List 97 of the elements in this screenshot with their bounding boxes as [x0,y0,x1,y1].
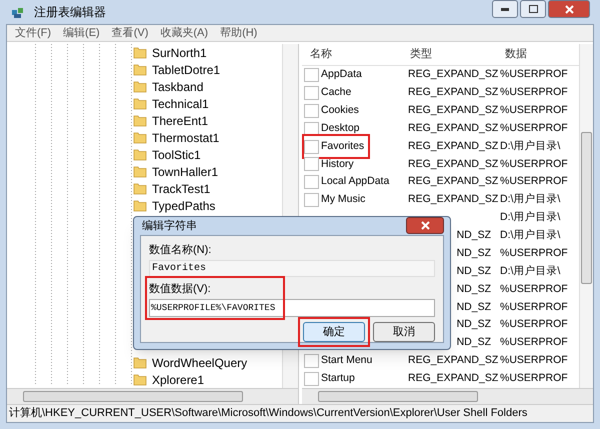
folder-icon [133,182,147,195]
dialog-close-button[interactable] [406,217,444,234]
column-header[interactable]: 数据 [497,46,579,63]
value-name[interactable]: Cookies [304,102,363,119]
value-type: REG_EXPAND_SZ [407,67,497,82]
value-type: ND_SZ [456,264,491,279]
value-data: %USERPROF [499,102,568,118]
value-name[interactable]: History [304,156,358,172]
dialog-button[interactable]: 取消 [373,322,435,342]
value-data: %USERPROF [499,67,568,82]
close-button[interactable] [548,0,590,18]
value-name[interactable]: Desktop [304,120,364,136]
value-type: REG_EXPAND_SZ [407,353,497,368]
folder-icon [133,63,147,76]
value-data: %USERPROF [499,282,568,297]
menu-item[interactable]: 编辑(E) [63,24,100,42]
tree-item[interactable]: Thermostat1 [152,128,220,146]
value-data: %USERPROF [499,335,568,350]
horizontal-scrollbar[interactable] [7,388,298,404]
value-data-field[interactable]: %USERPROFILE%\FAVORITES [149,298,435,317]
maximize-button[interactable] [520,0,546,18]
value-type: REG_EXPAND_SZ [407,371,497,386]
value-data: %USERPROF [499,246,568,261]
value-name[interactable]: Cache [304,84,356,101]
value-type: ND_SZ [456,317,491,332]
tree-item[interactable]: TabletDotre1 [152,60,220,78]
tree-item[interactable]: WordWheelQuery [152,354,248,372]
value-type: REG_EXPAND_SZ [407,102,497,118]
folder-icon [133,46,147,59]
value-type: REG_EXPAND_SZ [407,174,497,190]
value-type: REG_EXPAND_SZ [407,192,497,208]
value-data: %USERPROF [499,84,568,100]
value-type: REG_EXPAND_SZ [407,156,497,172]
value-name[interactable]: AppData [304,67,366,83]
tree-item[interactable]: TownHaller1 [152,162,218,180]
tree-item[interactable]: TypedPaths [152,196,216,214]
folder-icon [133,199,147,212]
value-data: D:\用户目录\ [499,138,560,154]
value-data: D:\用户目录\ [499,264,560,279]
window-title: 注册表编辑器 [34,4,106,21]
minimize-icon [501,8,509,10]
value-type: REG_EXPAND_SZ [407,84,497,100]
value-data-label: 数值数据(V): [149,282,212,297]
value-name[interactable]: Startup [304,371,359,387]
folder-icon [133,148,147,161]
folder-icon [133,165,147,178]
value-data: D:\用户目录\ [499,192,560,208]
value-data: %USERPROF [499,371,568,386]
dialog-button[interactable]: 确定 [303,322,365,342]
value-name[interactable]: Favorites [304,136,368,158]
value-name-field[interactable]: Favorites [149,260,435,277]
column-header[interactable]: 名称 [302,46,402,63]
value-data: %USERPROF [499,353,568,368]
tree-item[interactable]: ToolStic1 [152,146,201,164]
folder-icon [133,97,147,110]
menu-item[interactable]: 帮助(H) [220,24,258,42]
value-name-label: 数值名称(N): [149,242,212,258]
menu-item[interactable]: 收藏夹(A) [160,24,208,42]
folder-icon [133,114,147,127]
folder-icon [133,356,147,369]
maximize-icon [528,5,538,13]
menu-item[interactable]: 文件(F) [15,24,52,42]
tree-item[interactable]: ThereEnt1 [152,112,208,130]
close-icon [564,4,574,14]
minimize-button[interactable] [492,0,518,18]
tree-item[interactable]: TrackTest1 [152,180,210,198]
menu-item[interactable]: 查看(V) [112,24,148,42]
value-data: %USERPROF [499,174,568,190]
value-type: REG_EXPAND_SZ [407,138,497,154]
value-type: REG_EXPAND_SZ [407,120,497,136]
folder-icon [133,80,147,93]
horizontal-scrollbar[interactable] [302,388,593,404]
value-data: %USERPROF [499,156,568,172]
folder-icon [133,131,147,144]
value-data: D:\用户目录\ [499,210,560,226]
close-icon [420,221,430,230]
value-type: ND_SZ [456,300,491,315]
value-type: ND_SZ [456,282,491,297]
value-data: %USERPROF [499,120,568,136]
tree-item[interactable]: Xplorere1 [152,370,204,388]
column-header[interactable]: 类型 [402,46,497,63]
tree-item[interactable]: SurNorth1 [152,44,207,62]
vertical-scrollbar[interactable] [579,44,593,388]
value-type: ND_SZ [456,335,491,350]
tree-item[interactable]: Technical1 [152,94,209,112]
value-data: %USERPROF [499,300,568,315]
folder-icon [133,373,147,386]
value-type: ND_SZ [456,246,491,261]
value-name[interactable]: Start Menu [304,353,376,369]
status-bar: 计算机\HKEY_CURRENT_USER\Software\Microsoft\Windows\CurrentVersion\Explorer\User Shell Folders [7,404,593,422]
value-data: D:\用户目录\ [499,228,560,244]
value-data: %USERPROF [499,317,568,332]
value-type: ND_SZ [456,228,491,244]
dialog-title: 编辑字符串 [142,218,197,234]
value-name[interactable]: Local AppData [304,174,394,190]
value-name[interactable]: My Music [304,192,370,208]
tree-item[interactable]: Taskband [152,78,204,96]
